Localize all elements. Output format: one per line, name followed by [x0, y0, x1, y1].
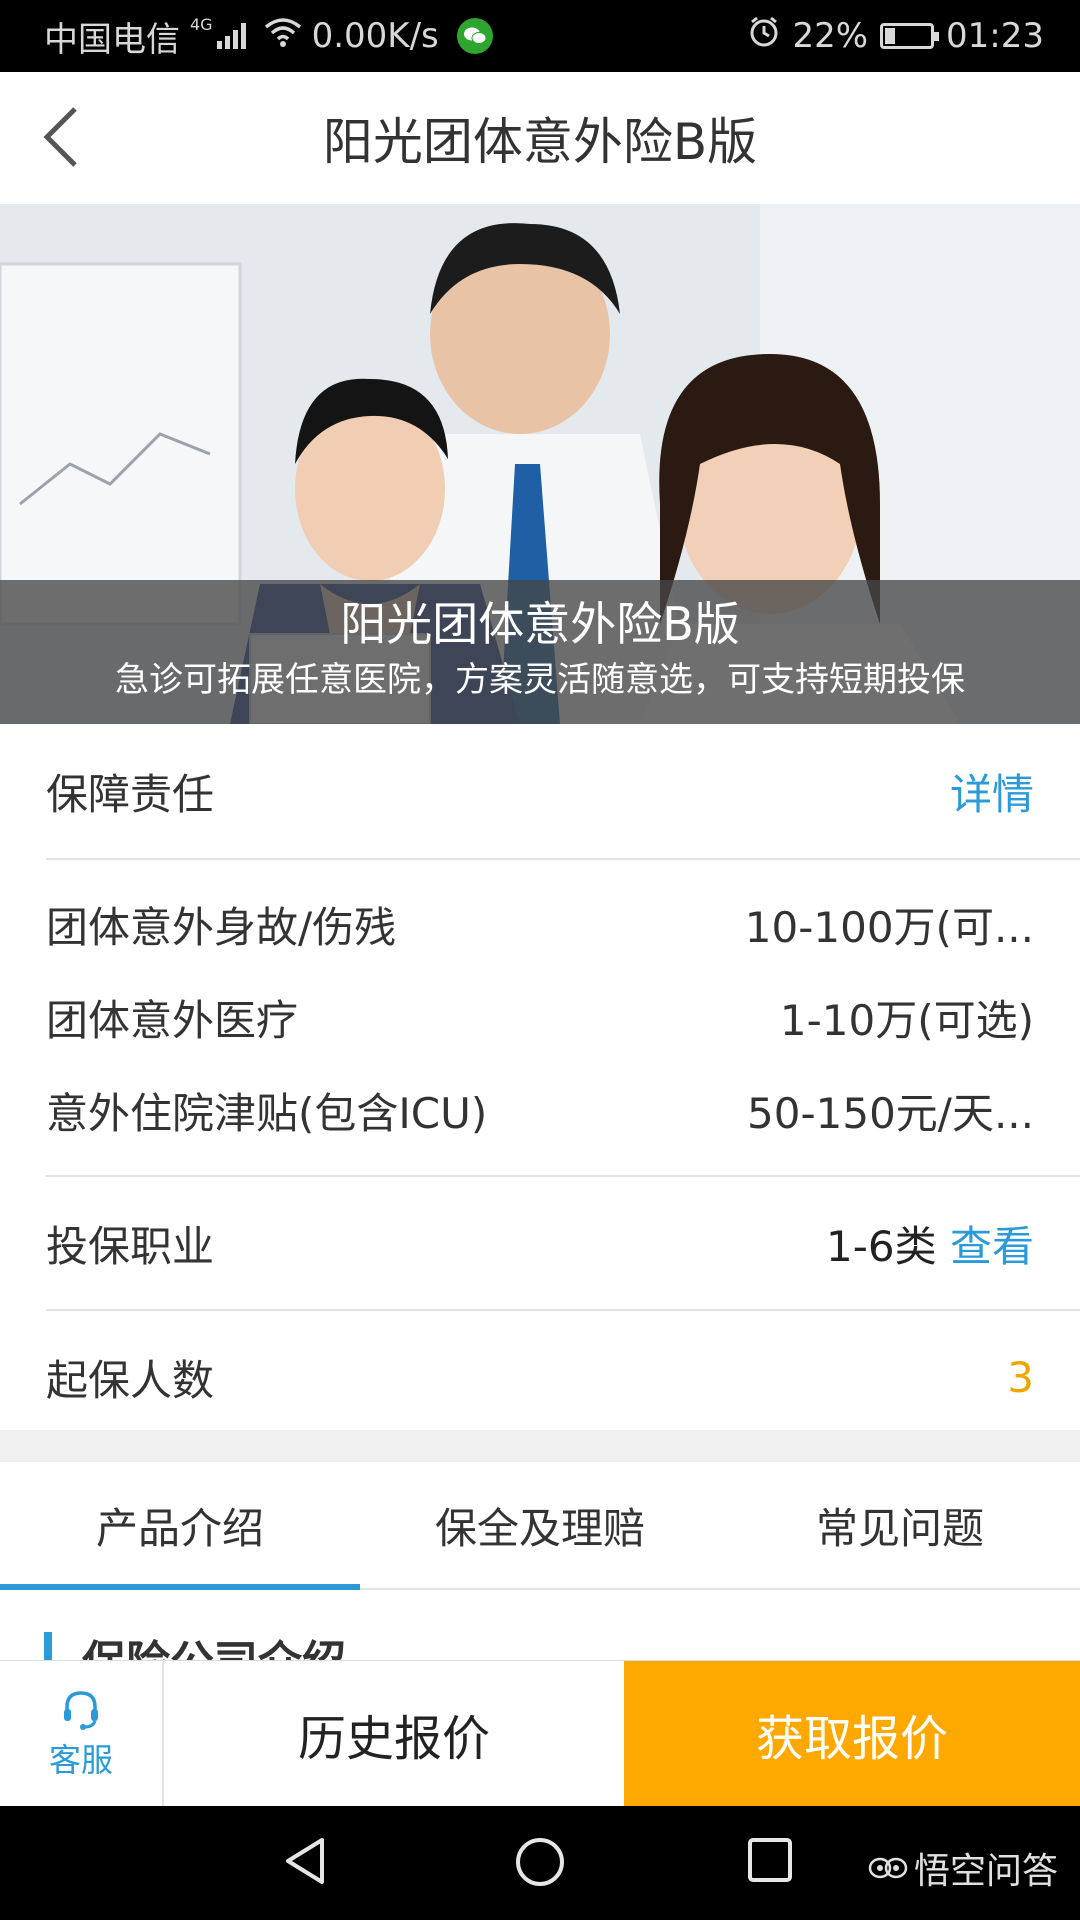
tab-service-claims[interactable]: 保全及理赔 [360, 1462, 720, 1588]
nav-bar: 阳光团体意外险B版 [0, 72, 1080, 204]
back-button[interactable] [26, 102, 96, 172]
square-recents-icon [748, 1838, 792, 1882]
chevron-left-icon [43, 107, 77, 167]
headset-icon [64, 1690, 98, 1730]
coverage-item: 团体意外医疗 1-10万(可选) [0, 971, 1080, 1064]
watermark: 悟空问答 [868, 1842, 1058, 1894]
coverage-item-value: 1-10万(可选) [779, 996, 1034, 1045]
wukong-logo-icon [868, 1857, 908, 1879]
coverage-item-label: 团体意外身故/伤残 [46, 903, 397, 952]
wechat-icon [456, 18, 493, 54]
signal-icon [216, 23, 246, 49]
coverage-item: 意外住院津贴(包含ICU) 50-150元/天... [0, 1064, 1080, 1157]
occupation-view-link[interactable]: 查看 [950, 1222, 1034, 1271]
circle-home-icon [516, 1838, 564, 1886]
coverage-header-label: 保障责任 [46, 769, 215, 819]
banner-subtitle: 急诊可拓展任意医院，方案灵活随意选，可支持短期投保 [115, 660, 965, 700]
section-title: 保险公司介绍 [82, 1626, 346, 1660]
back-nav-button[interactable] [282, 1836, 328, 1890]
tab-faq[interactable]: 常见问题 [720, 1462, 1080, 1588]
tab-product-intro[interactable]: 产品介绍 [0, 1462, 360, 1590]
clock-time: 01:23 [946, 16, 1044, 56]
min-insured-row: 起保人数 3 [0, 1311, 1080, 1443]
system-nav-bar: 悟空问答 [0, 1806, 1080, 1920]
home-nav-button[interactable] [514, 1836, 566, 1892]
coverage-details-link[interactable]: 详情 [950, 761, 1034, 822]
battery-icon [880, 23, 940, 49]
triangle-back-icon [286, 1838, 324, 1884]
section-gap [0, 1430, 1080, 1462]
coverage-list: 团体意外身故/伤残 10-100万(可... 团体意外医疗 1-10万(可选) … [0, 860, 1080, 1175]
speed-text: 0.00K/s [311, 16, 439, 56]
coverage-header-row: 保障责任 详情 [0, 724, 1080, 858]
status-bar: 中国电信 4G 0.00K/s 22% 01:23 [0, 0, 1080, 72]
occupation-row: 投保职业 1-6类 查看 [0, 1177, 1080, 1309]
occupation-label: 投保职业 [46, 1221, 215, 1271]
carrier-text: 中国电信 [44, 19, 180, 60]
occupation-value: 1-6类 [826, 1221, 937, 1271]
wifi-icon [264, 16, 302, 56]
page-title: 阳光团体意外险B版 [322, 113, 758, 171]
recents-nav-button[interactable] [746, 1836, 794, 1888]
bottom-action-bar: 客服 历史报价 获取报价 [0, 1660, 1080, 1806]
min-insured-value: 3 [1007, 1352, 1034, 1402]
occupation-value-group: 1-6类 查看 [826, 1213, 1034, 1274]
min-insured-label: 起保人数 [46, 1355, 215, 1405]
product-info: 保障责任 详情 团体意外身故/伤残 10-100万(可... 团体意外医疗 1-… [0, 724, 1080, 1443]
banner-title: 阳光团体意外险B版 [340, 597, 740, 651]
customer-service-label: 客服 [48, 1740, 113, 1779]
watermark-text: 悟空问答 [913, 1851, 1058, 1892]
section-header: 保险公司介绍 [0, 1590, 1080, 1660]
history-quote-button[interactable]: 历史报价 [164, 1661, 624, 1806]
coverage-item-label: 团体意外医疗 [46, 996, 299, 1045]
alarm-icon [748, 16, 780, 57]
coverage-item-value: 10-100万(可... [744, 903, 1034, 952]
tab-bar: 产品介绍 保全及理赔 常见问题 [0, 1462, 1080, 1590]
section-accent-bar [44, 1632, 52, 1660]
customer-service-button[interactable]: 客服 [0, 1661, 164, 1806]
product-banner[interactable]: 阳光团体意外险B版 急诊可拓展任意医院，方案灵活随意选，可支持短期投保 [0, 204, 1080, 724]
network-type: 4G [190, 14, 213, 34]
coverage-item-value: 50-150元/天... [747, 1089, 1034, 1138]
coverage-item-label: 意外住院津贴(包含ICU) [46, 1089, 488, 1138]
coverage-item: 团体意外身故/伤残 10-100万(可... [0, 878, 1080, 971]
get-quote-button[interactable]: 获取报价 [624, 1661, 1080, 1806]
banner-caption: 阳光团体意外险B版 急诊可拓展任意医院，方案灵活随意选，可支持短期投保 [0, 580, 1080, 724]
battery-percent: 22% [792, 16, 869, 56]
